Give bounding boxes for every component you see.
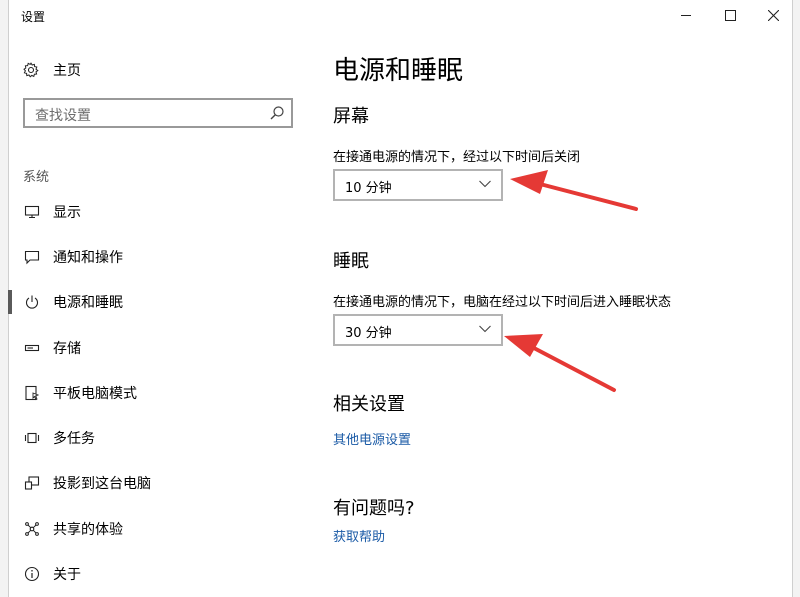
title-bar: 设置	[9, 0, 792, 30]
monitor-icon	[23, 203, 41, 221]
sleep-heading: 睡眠	[333, 251, 369, 272]
sidebar-section-label: 系统	[23, 170, 50, 185]
sidebar-item-storage[interactable]: 存储	[9, 330, 309, 366]
share-icon	[23, 520, 41, 538]
sidebar-item-label: 电源和睡眠	[53, 295, 123, 311]
sidebar-item-label: 显示	[53, 205, 81, 221]
sidebar-item-label: 通知和操作	[53, 250, 123, 266]
sidebar: 主页 查找设置 系统 显示 通知和操作 电源和睡眠 存储 平板电脑模式 多任务 …	[8, 30, 309, 597]
help-heading: 有问题吗?	[333, 498, 415, 519]
notification-icon	[23, 248, 41, 266]
sidebar-item-multitasking[interactable]: 多任务	[9, 420, 309, 456]
storage-icon	[23, 339, 41, 357]
close-icon	[768, 9, 779, 21]
sidebar-home[interactable]: 主页	[23, 60, 81, 80]
related-settings-heading: 相关设置	[333, 394, 405, 415]
sidebar-item-label: 多任务	[53, 431, 95, 447]
multitask-icon	[23, 429, 41, 447]
sleep-timeout-value: 30 分钟	[345, 326, 392, 341]
sidebar-item-display[interactable]: 显示	[9, 194, 309, 230]
gear-icon	[23, 62, 39, 78]
search-input[interactable]: 查找设置	[23, 98, 293, 128]
sidebar-item-label: 存储	[53, 341, 81, 357]
sleep-description: 在接通电源的情况下，电脑在经过以下时间后进入睡眠状态	[333, 295, 672, 310]
screen-timeout-value: 10 分钟	[345, 181, 392, 196]
tablet-icon	[23, 384, 41, 402]
search-placeholder: 查找设置	[35, 108, 91, 124]
maximize-icon	[725, 9, 736, 21]
screen-heading: 屏幕	[333, 106, 369, 127]
sidebar-item-label: 共享的体验	[53, 522, 123, 538]
close-button[interactable]	[751, 0, 796, 30]
sidebar-item-shared-experiences[interactable]: 共享的体验	[9, 511, 309, 547]
search-icon[interactable]	[269, 105, 285, 121]
get-help-link[interactable]: 获取帮助	[333, 526, 385, 545]
info-icon	[23, 565, 41, 583]
power-icon	[23, 293, 41, 311]
window-title: 设置	[21, 10, 46, 24]
screen-timeout-dropdown[interactable]: 10 分钟	[333, 169, 503, 201]
sidebar-home-label: 主页	[53, 63, 81, 79]
additional-power-settings-link[interactable]: 其他电源设置	[333, 429, 411, 448]
sidebar-item-about[interactable]: 关于	[9, 556, 309, 592]
minimize-button[interactable]	[663, 0, 708, 30]
chevron-down-icon	[479, 325, 491, 333]
sidebar-item-label: 关于	[53, 567, 81, 583]
page-title: 电源和睡眠	[333, 56, 464, 86]
settings-window: 设置 主页 查找设置 系统 显示 通知和操作 电源和睡眠 存储 平板电脑模式 多…	[8, 0, 793, 597]
sidebar-item-notifications[interactable]: 通知和操作	[9, 239, 309, 275]
chevron-down-icon	[479, 180, 491, 188]
minimize-icon	[680, 14, 691, 16]
sidebar-item-project[interactable]: 投影到这台电脑	[9, 465, 309, 501]
sidebar-item-label: 投影到这台电脑	[53, 476, 151, 492]
maximize-button[interactable]	[708, 0, 753, 30]
project-icon	[23, 474, 41, 492]
sidebar-item-label: 平板电脑模式	[53, 386, 137, 402]
active-indicator	[8, 290, 12, 314]
sleep-timeout-dropdown[interactable]: 30 分钟	[333, 314, 503, 346]
sidebar-item-power-sleep[interactable]: 电源和睡眠	[8, 284, 309, 320]
sidebar-item-tablet-mode[interactable]: 平板电脑模式	[9, 375, 309, 411]
screen-description: 在接通电源的情况下，经过以下时间后关闭	[333, 150, 581, 165]
